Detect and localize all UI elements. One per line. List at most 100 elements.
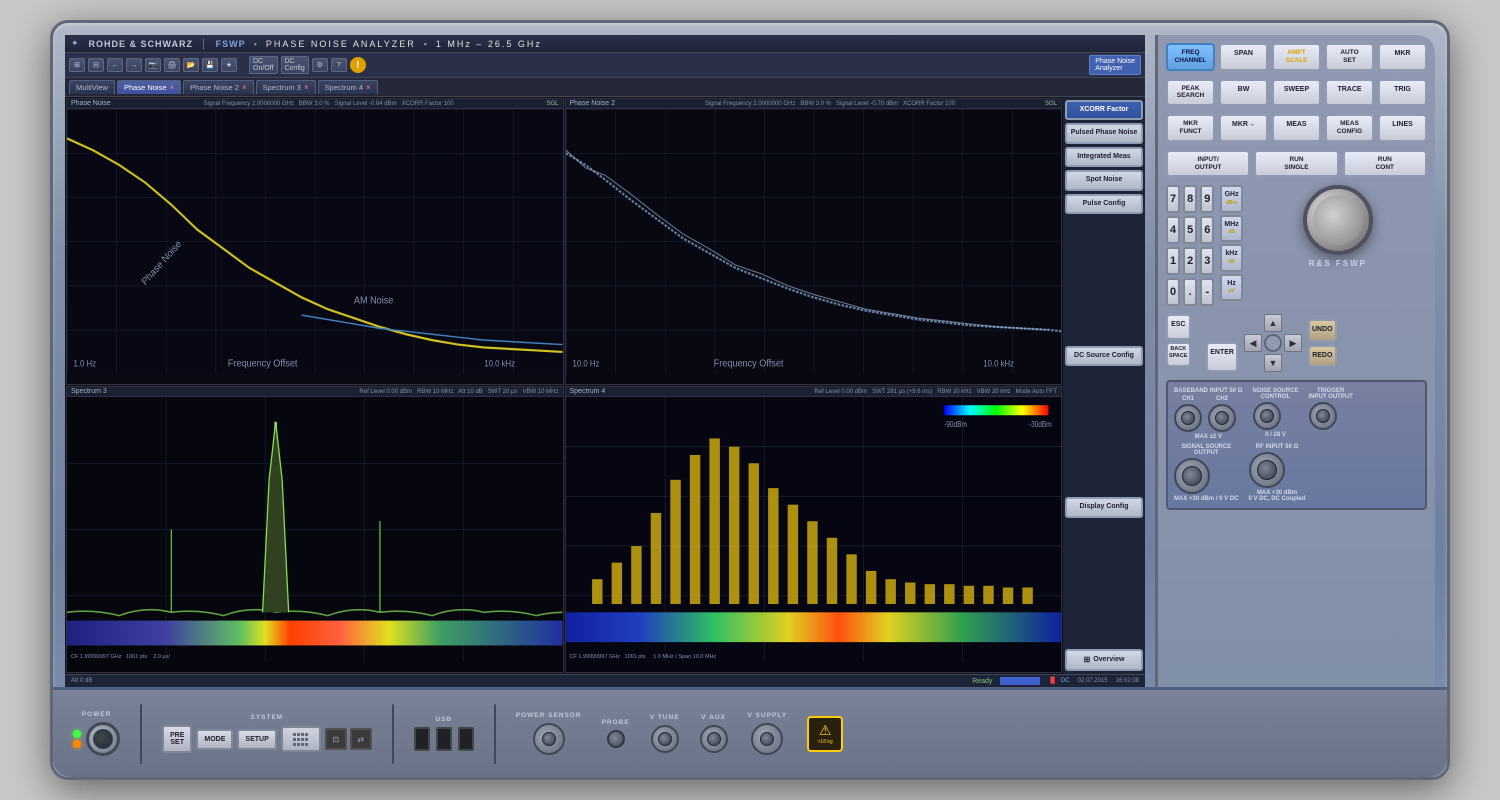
key-9[interactable]: 9	[1200, 185, 1214, 213]
key-3[interactable]: 3	[1200, 247, 1214, 275]
nav-right-btn[interactable]: ▶	[1284, 334, 1302, 352]
rf-input-port[interactable]	[1249, 452, 1285, 488]
usb-port-3[interactable]	[458, 727, 474, 751]
phase-noise-analyzer-tab[interactable]: Phase NoiseAnalyzer	[1089, 55, 1141, 75]
tab-phase-noise[interactable]: Phase Noise ×	[117, 80, 181, 94]
pulsed-phase-noise-btn[interactable]: Pulsed Phase Noise	[1065, 123, 1143, 143]
v-tune-port[interactable]	[651, 725, 679, 753]
noise-source-port[interactable]	[1253, 402, 1281, 430]
bw-btn[interactable]: BW	[1219, 79, 1268, 107]
spot-noise-btn[interactable]: Spot Noise	[1065, 170, 1143, 190]
input-output-btn[interactable]: INPUT/OUTPUT	[1166, 150, 1250, 178]
display-toolbar: ⊞ ⊟ ← → 📷 🖨 📂 💾 ★ DCOn/Off DCConfig ⚙ ? …	[65, 53, 1145, 78]
nav-down-btn[interactable]: ▼	[1264, 354, 1282, 372]
key-8[interactable]: 8	[1183, 185, 1197, 213]
key-4[interactable]: 4	[1166, 216, 1180, 244]
ch1-port[interactable]	[1174, 404, 1202, 432]
brand-logo: ROHDE & SCHWARZ	[89, 39, 194, 49]
auto-set-btn[interactable]: AUTOSET	[1325, 43, 1374, 71]
tab-spectrum-4[interactable]: Spectrum 4 ×	[318, 80, 378, 94]
power-button[interactable]	[86, 722, 120, 756]
meas-config-btn[interactable]: MEASCONFIG	[1325, 114, 1374, 142]
integrated-meas-btn[interactable]: Integrated Meas	[1065, 147, 1143, 167]
key-5[interactable]: 5	[1183, 216, 1197, 244]
settings-icon[interactable]: ⚙	[312, 58, 328, 72]
display-out-btn[interactable]: ⊡	[325, 728, 347, 750]
undo-btn[interactable]: UNDO	[1308, 319, 1337, 341]
rotary-knob[interactable]	[1303, 185, 1373, 255]
usb-port-1[interactable]	[414, 727, 430, 751]
v-supply-port[interactable]	[751, 723, 783, 755]
usb-device-btn[interactable]: ⇄	[350, 728, 372, 750]
key-7[interactable]: 7	[1166, 185, 1180, 213]
key-minus[interactable]: -	[1200, 278, 1214, 306]
overview-btn[interactable]: ⊞ Overview	[1065, 649, 1143, 671]
xcorr-factor-btn[interactable]: XCORR Factor	[1065, 100, 1143, 120]
spectrum-4-panel: Spectrum 4 Ref Level 0.00 dBm SWT 281 µs…	[565, 386, 1063, 673]
windows-icon[interactable]: ⊞	[69, 58, 85, 72]
probe-port[interactable]	[607, 730, 625, 748]
redo-btn[interactable]: REDO	[1308, 345, 1337, 367]
unit-hz[interactable]: HzµV	[1220, 274, 1242, 301]
enter-btn[interactable]: ENTER	[1206, 342, 1238, 372]
svg-text:Frequency Offset: Frequency Offset	[228, 358, 298, 370]
freq-channel-btn[interactable]: FREQCHANNEL	[1166, 43, 1215, 71]
print-icon[interactable]: 🖨	[164, 58, 180, 72]
run-single-btn[interactable]: RUNSINGLE	[1254, 150, 1338, 178]
sweep-btn[interactable]: SWEEP	[1272, 79, 1321, 107]
peak-search-btn[interactable]: PEAKSEARCH	[1166, 79, 1215, 107]
esc-btn[interactable]: ESC	[1166, 314, 1191, 340]
forward-icon[interactable]: →	[126, 58, 142, 72]
unit-mhz[interactable]: MHzdB	[1220, 215, 1242, 242]
trigger-port[interactable]	[1309, 402, 1337, 430]
ch2-port[interactable]	[1208, 404, 1236, 432]
help-icon[interactable]: ?	[331, 58, 347, 72]
warning-icon[interactable]: !	[350, 57, 366, 73]
tab-phase-noise-2[interactable]: Phase Noise 2 ×	[183, 80, 253, 94]
mkr-arrow-btn[interactable]: MKR→	[1219, 114, 1268, 142]
dc-toggle-btn[interactable]: DCOn/Off	[249, 56, 278, 74]
open-icon[interactable]: 📂	[183, 58, 199, 72]
v-tune-label: V TUNE	[650, 714, 680, 721]
grid-icon[interactable]: ⊟	[88, 58, 104, 72]
svg-text:Frequency Offset: Frequency Offset	[713, 358, 783, 370]
trig-btn[interactable]: TRIG	[1378, 79, 1427, 107]
unit-khz[interactable]: kHzdB	[1220, 244, 1242, 271]
dc-source-config-btn[interactable]: DC Source Config	[1065, 346, 1143, 366]
dc-config-btn[interactable]: DCConfig	[281, 56, 309, 74]
power-sensor-port[interactable]	[533, 723, 565, 755]
key-6[interactable]: 6	[1200, 216, 1214, 244]
unit-ghz[interactable]: GHzdBm	[1220, 185, 1242, 212]
key-1[interactable]: 1	[1166, 247, 1180, 275]
v-aux-port[interactable]	[700, 725, 728, 753]
tab-multiview[interactable]: MultiView	[69, 80, 115, 94]
pulse-config-btn[interactable]: Pulse Config	[1065, 194, 1143, 214]
setup-btn[interactable]: SETUP	[237, 729, 276, 750]
span-btn[interactable]: SPAN	[1219, 43, 1268, 71]
display-config-btn[interactable]: Display Config	[1065, 497, 1143, 517]
nav-up-btn[interactable]: ▲	[1264, 314, 1282, 332]
mode-btn[interactable]: MODE	[196, 729, 233, 750]
key-2[interactable]: 2	[1183, 247, 1197, 275]
lines-btn[interactable]: LINES	[1378, 114, 1427, 142]
run-cont-btn[interactable]: RUNCONT	[1343, 150, 1427, 178]
usb-port-2[interactable]	[436, 727, 452, 751]
star-icon[interactable]: ★	[221, 58, 237, 72]
meas-btn[interactable]: MEAS	[1272, 114, 1321, 142]
keyboard-icon[interactable]	[281, 726, 321, 752]
pre-set-btn[interactable]: PRESET	[162, 725, 192, 753]
screenshot-icon[interactable]: 📷	[145, 58, 161, 72]
backspace-btn[interactable]: BACKSPACE	[1166, 342, 1191, 367]
right-panel: FREQCHANNEL SPAN AMPTSCALE AUTOSET MKR P…	[1155, 35, 1435, 687]
signal-source-port[interactable]	[1174, 458, 1210, 494]
ampt-scale-btn[interactable]: AMPTSCALE	[1272, 43, 1321, 71]
trace-btn[interactable]: TRACE	[1325, 79, 1374, 107]
mkr-btn[interactable]: MKR	[1378, 43, 1427, 71]
key-0[interactable]: 0	[1166, 278, 1180, 306]
save-icon[interactable]: 💾	[202, 58, 218, 72]
key-dot[interactable]: .	[1183, 278, 1197, 306]
tab-spectrum-3[interactable]: Spectrum 3 ×	[256, 80, 316, 94]
back-icon[interactable]: ←	[107, 58, 123, 72]
mkr-funct-btn[interactable]: MKRFUNCT	[1166, 114, 1215, 142]
nav-left-btn[interactable]: ◀	[1244, 334, 1262, 352]
